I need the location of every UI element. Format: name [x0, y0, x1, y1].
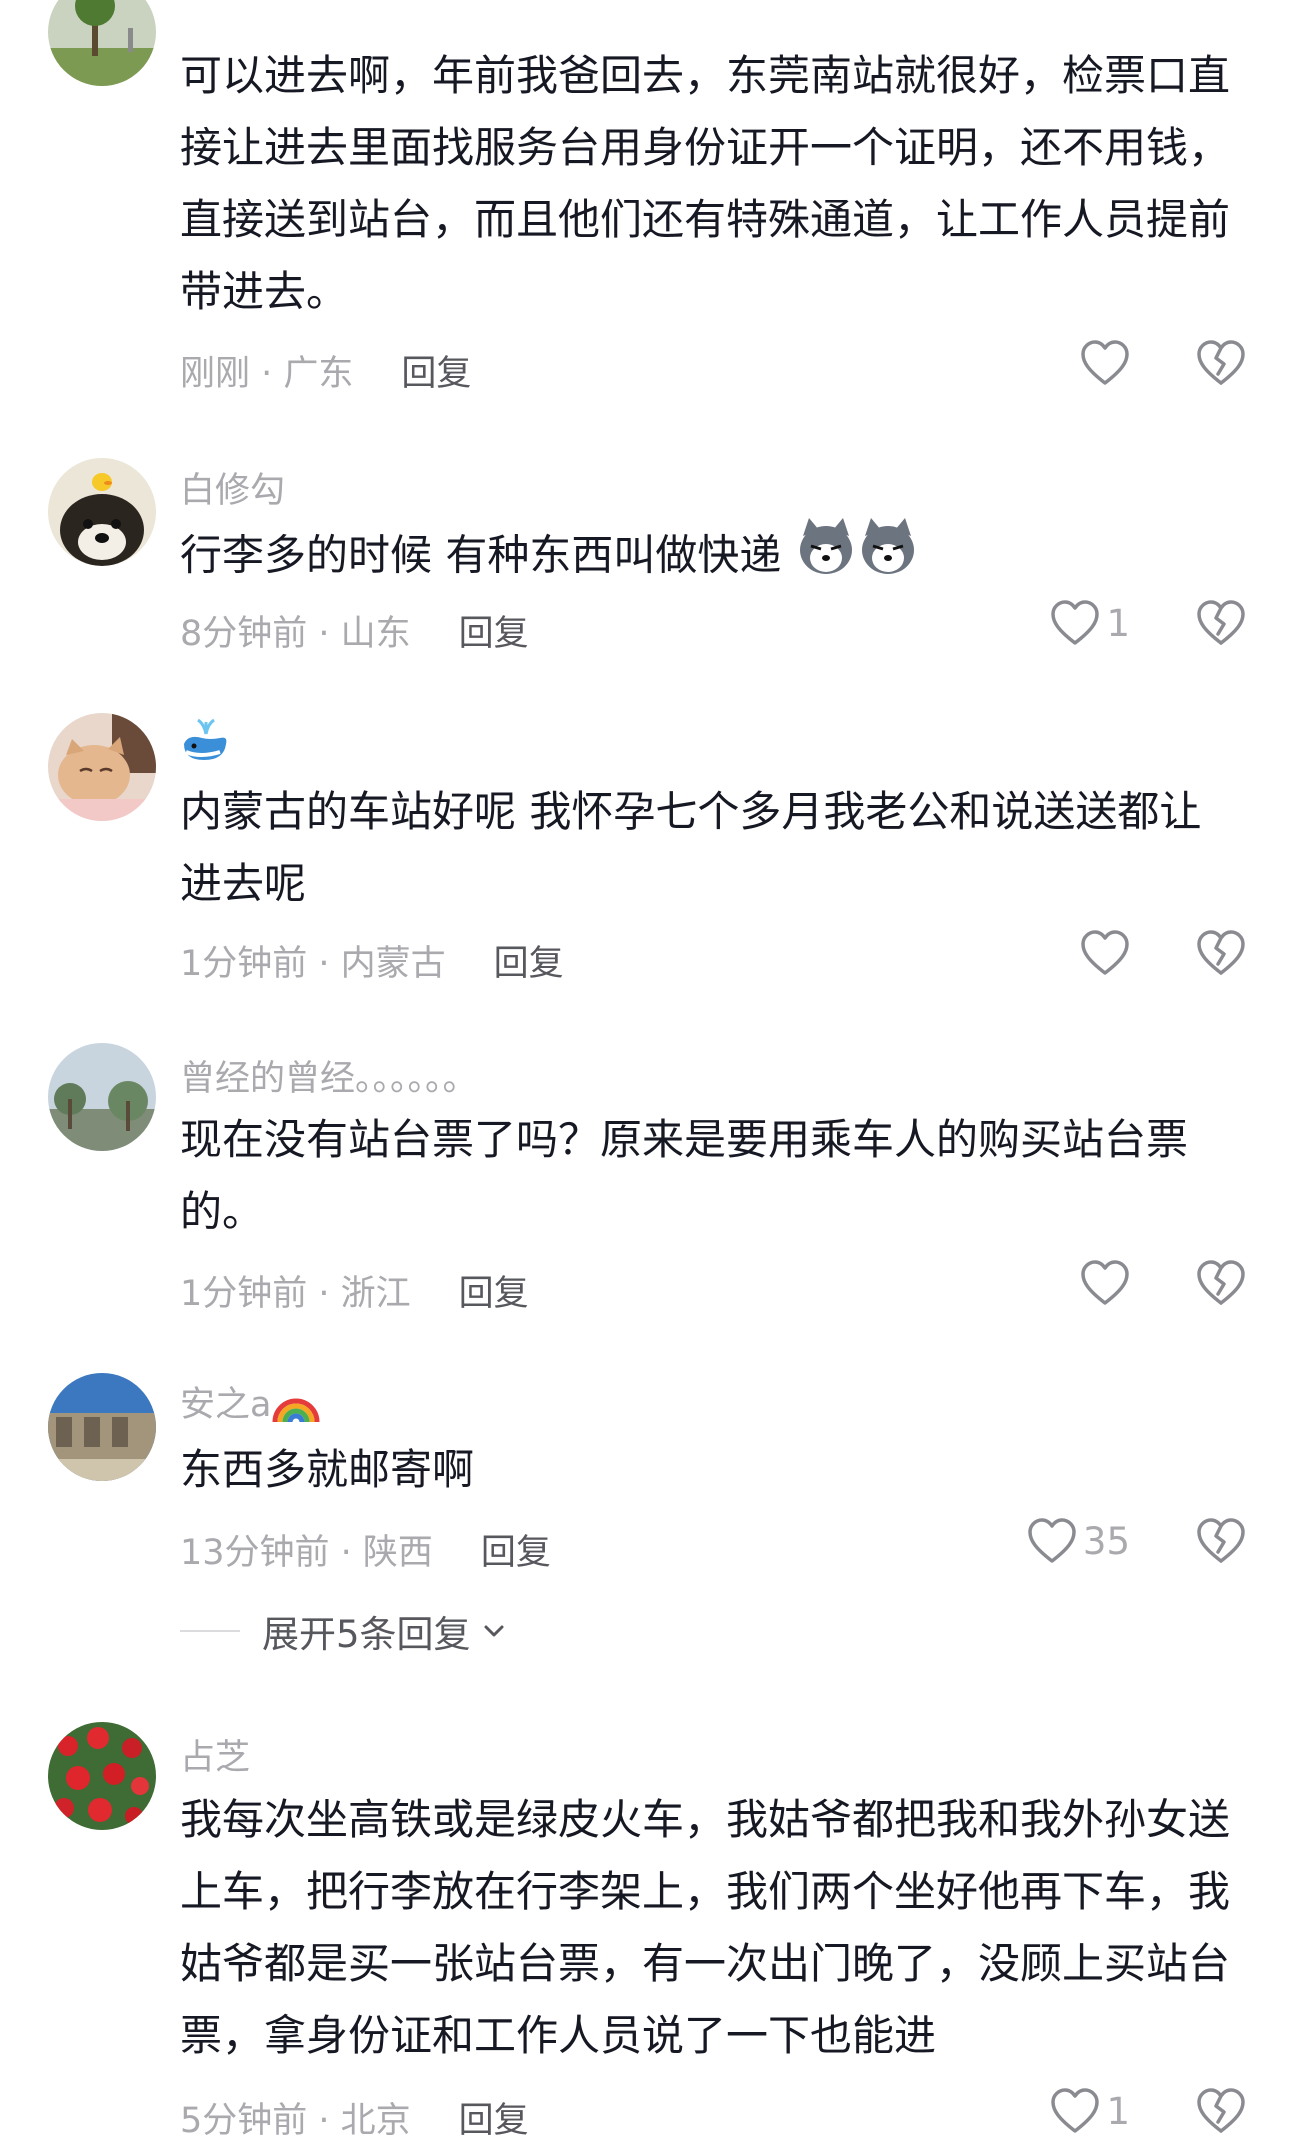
comment-meta: 刚刚 · 广东 回复	[180, 345, 471, 396]
husky-emoji-icon	[857, 516, 919, 600]
dislike-button[interactable]	[1196, 2088, 1246, 2134]
like-count: 35	[1082, 1519, 1130, 1563]
heart-outline-icon	[1028, 1518, 1076, 1563]
time-location: 8分钟前 · 山东	[180, 614, 411, 654]
reply-button[interactable]: 回复	[481, 1533, 551, 1573]
like-button[interactable]	[1080, 1260, 1130, 1306]
time-location: 1分钟前 · 内蒙古	[180, 944, 446, 984]
heart-outline-icon	[1081, 340, 1129, 385]
avatar[interactable]	[48, 713, 156, 821]
like-button[interactable]	[1080, 930, 1130, 976]
comment-text: 可以进去啊，年前我爸回去，东莞南站就很好，检票口直接让进去里面找服务台用身份证开…	[180, 51, 1231, 316]
divider	[180, 1630, 240, 1632]
username[interactable]: 安之a	[180, 1376, 321, 1433]
time-location: 5分钟前 · 北京	[180, 2101, 411, 2141]
broken-heart-icon	[1197, 930, 1245, 975]
heart-outline-icon	[1051, 600, 1100, 645]
comment-text: 东西多就邮寄啊	[180, 1445, 475, 1494]
comment-text: 内蒙古的车站好呢 我怀孕七个多月我老公和说送送都让进去呢	[180, 787, 1202, 908]
dislike-button[interactable]	[1196, 600, 1246, 646]
comment-meta: 8分钟前 · 山东 回复	[180, 605, 529, 656]
dislike-button[interactable]	[1196, 1518, 1246, 1564]
like-button[interactable]: 1	[1050, 2088, 1130, 2134]
time-location: 刚刚 · 广东	[180, 354, 354, 394]
whale-emoji-icon	[180, 716, 232, 771]
reply-button[interactable]: 回复	[459, 2101, 529, 2141]
broken-heart-icon	[1197, 1518, 1245, 1563]
comment-meta: 13分钟前 · 陕西 回复	[180, 1524, 551, 1575]
avatar[interactable]	[48, 1373, 156, 1481]
avatar[interactable]	[48, 1722, 156, 1830]
reply-button[interactable]: 回复	[401, 354, 471, 394]
expand-replies-button[interactable]: 展开5条回复	[180, 1604, 509, 1658]
dislike-button[interactable]	[1196, 340, 1246, 386]
broken-heart-icon	[1197, 1260, 1245, 1305]
comment-meta: 1分钟前 · 浙江 回复	[180, 1265, 529, 1316]
chevron-down-icon	[484, 1625, 504, 1637]
heart-outline-icon	[1081, 1260, 1129, 1305]
time-location: 1分钟前 · 浙江	[180, 1274, 411, 1314]
dislike-button[interactable]	[1196, 1260, 1246, 1306]
broken-heart-icon	[1197, 2088, 1245, 2133]
comment-meta: 5分钟前 · 北京 回复	[180, 2092, 529, 2143]
username[interactable]: 曾经的曾经。。。。。。	[180, 1050, 478, 1101]
username[interactable]: 白修勾	[180, 462, 285, 513]
avatar[interactable]	[48, 458, 156, 566]
rainbow-emoji-icon	[271, 1380, 321, 1433]
comment-text: 行李多的时候 有种东西叫做快递	[180, 516, 1240, 600]
heart-outline-icon	[1081, 930, 1129, 975]
comment-text: 我每次坐高铁或是绿皮火车，我姑爷都把我和我外孙女送上车，把行李放在行李架上，我们…	[180, 1795, 1231, 2060]
username[interactable]: 占芝	[180, 1729, 250, 1780]
time-location: 13分钟前 · 陕西	[180, 1533, 433, 1573]
comment-text: 现在没有站台票了吗？原来是要用乘车人的购买站台票的。	[180, 1115, 1189, 1236]
broken-heart-icon	[1197, 600, 1245, 645]
avatar[interactable]	[48, 0, 156, 86]
username[interactable]	[180, 716, 232, 771]
dislike-button[interactable]	[1196, 930, 1246, 976]
heart-outline-icon	[1051, 2088, 1100, 2133]
like-button[interactable]: 1	[1050, 600, 1130, 646]
avatar[interactable]	[48, 1043, 156, 1151]
like-button[interactable]: 35	[1027, 1518, 1130, 1564]
reply-button[interactable]: 回复	[459, 1274, 529, 1314]
like-count: 1	[1106, 601, 1130, 645]
like-button[interactable]	[1080, 340, 1130, 386]
like-count: 1	[1106, 2089, 1130, 2133]
husky-emoji-icon	[795, 516, 857, 600]
broken-heart-icon	[1197, 340, 1245, 385]
reply-button[interactable]: 回复	[494, 944, 564, 984]
comment-meta: 1分钟前 · 内蒙古 回复	[180, 935, 564, 986]
reply-button[interactable]: 回复	[459, 614, 529, 654]
